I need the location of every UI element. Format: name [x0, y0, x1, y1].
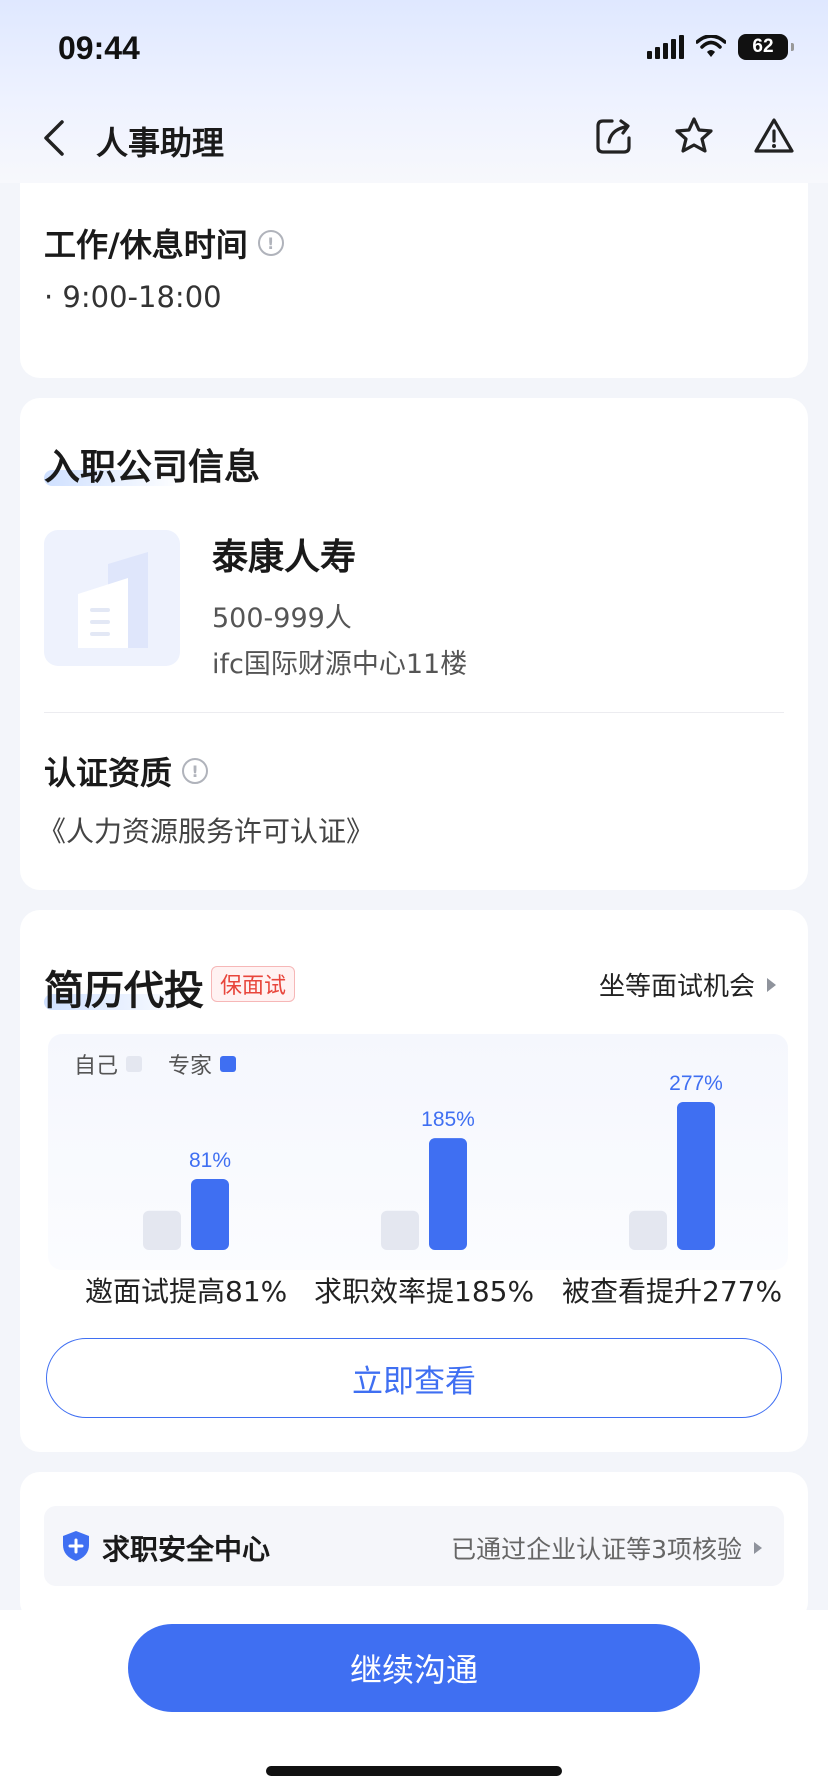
chart-category-labels: 邀面试提高81% 求职效率提185% 被查看提升277%: [48, 1270, 788, 1310]
bottom-action-bar: 继续沟通: [0, 1610, 828, 1792]
data-label-1: 81%: [189, 1149, 231, 1172]
company-name[interactable]: 泰康人寿: [212, 528, 356, 580]
shield-icon: [63, 1531, 89, 1561]
arrow-right-icon: [767, 977, 776, 992]
cert-heading: 认证资质 !: [44, 748, 209, 794]
legend-label-expert: 专家: [168, 1054, 213, 1079]
safety-center-card: 求职安全中心 已通过企业认证等3项核验: [20, 1472, 808, 1622]
safety-center-row[interactable]: 求职安全中心 已通过企业认证等3项核验: [44, 1506, 784, 1586]
resume-section-heading: 简历代投: [44, 968, 204, 1014]
back-icon[interactable]: [40, 118, 70, 158]
divider: [44, 712, 784, 713]
company-address: ifc国际财源中心11楼: [212, 649, 468, 680]
work-time-heading-text: 工作/休息时间: [44, 226, 248, 264]
safety-center-title: 求职安全中心: [102, 1533, 271, 1566]
nav-bar: 人事助理: [0, 110, 828, 170]
company-info-card: 入职公司信息 泰康人寿 500-999人 ifc国际财源中心11楼 认证资质 !…: [20, 398, 808, 890]
safety-status: 已通过企业认证等3项核验: [451, 1530, 762, 1566]
home-indicator: [266, 1766, 562, 1776]
cert-value: 《人力资源服务许可认证》: [38, 815, 375, 848]
bar-self-2: [381, 1210, 419, 1250]
info-icon[interactable]: !: [257, 230, 284, 256]
data-label-3: 277%: [669, 1072, 723, 1095]
cert-heading-text: 认证资质: [44, 754, 173, 792]
wifi-icon: [696, 35, 726, 57]
page-title: 人事助理: [96, 124, 225, 162]
legend-item-expert: 专家: [168, 1048, 237, 1080]
company-section-heading: 入职公司信息: [44, 447, 261, 488]
report-warning-icon[interactable]: [752, 114, 796, 158]
wait-interview-link-label: 坐等面试机会: [598, 972, 755, 1002]
legend-swatch-self: [126, 1056, 143, 1072]
continue-chat-button[interactable]: 继续沟通: [128, 1624, 700, 1712]
legend-item-self: 自己: [74, 1048, 143, 1080]
work-time-heading: 工作/休息时间 !: [44, 220, 284, 266]
info-icon[interactable]: !: [182, 758, 209, 784]
battery-icon: 62: [738, 34, 794, 60]
wait-interview-link[interactable]: 坐等面试机会: [599, 966, 776, 1003]
bar-self-3: [629, 1210, 667, 1250]
company-logo[interactable]: [44, 530, 180, 666]
nav-actions: [592, 114, 796, 158]
category-label-1: 邀面试提高81%: [85, 1275, 288, 1308]
category-label-3: 被查看提升277%: [562, 1275, 783, 1308]
top-bar: 09:44 62 人事助理: [0, 0, 828, 183]
company-size: 500-999人: [212, 603, 352, 634]
bar-expert-1: [191, 1178, 229, 1250]
data-label-2: 185%: [421, 1108, 475, 1131]
view-now-button[interactable]: 立即查看: [46, 1338, 782, 1418]
building-icon: [78, 552, 148, 648]
star-icon[interactable]: [672, 114, 716, 158]
chart-legend: 自己 专家: [74, 1048, 237, 1080]
status-time: 09:44: [58, 30, 140, 66]
share-icon[interactable]: [592, 114, 636, 158]
bar-expert-3: [677, 1102, 715, 1250]
resume-delivery-card: 简历代投 保面试 坐等面试机会 81% 185% 277% 自己 专家 邀面试提高8…: [20, 910, 808, 1452]
work-time-value: · 9:00-18:00: [44, 280, 222, 314]
comparison-chart: 81% 185% 277% 自己 专家: [48, 1034, 788, 1270]
legend-label-self: 自己: [74, 1054, 119, 1079]
safety-status-text: 已通过企业认证等3项核验: [451, 1535, 742, 1564]
bar-expert-2: [429, 1138, 467, 1250]
legend-swatch-expert: [220, 1056, 237, 1072]
status-icons: 62: [647, 34, 794, 60]
arrow-right-icon: [754, 1542, 762, 1554]
work-time-card: 工作/休息时间 ! · 9:00-18:00: [20, 150, 808, 378]
interview-guarantee-badge: 保面试: [211, 966, 296, 1002]
category-label-2: 求职效率提185%: [314, 1275, 535, 1308]
cellular-signal-icon: [647, 35, 684, 59]
bar-self-1: [143, 1210, 181, 1250]
